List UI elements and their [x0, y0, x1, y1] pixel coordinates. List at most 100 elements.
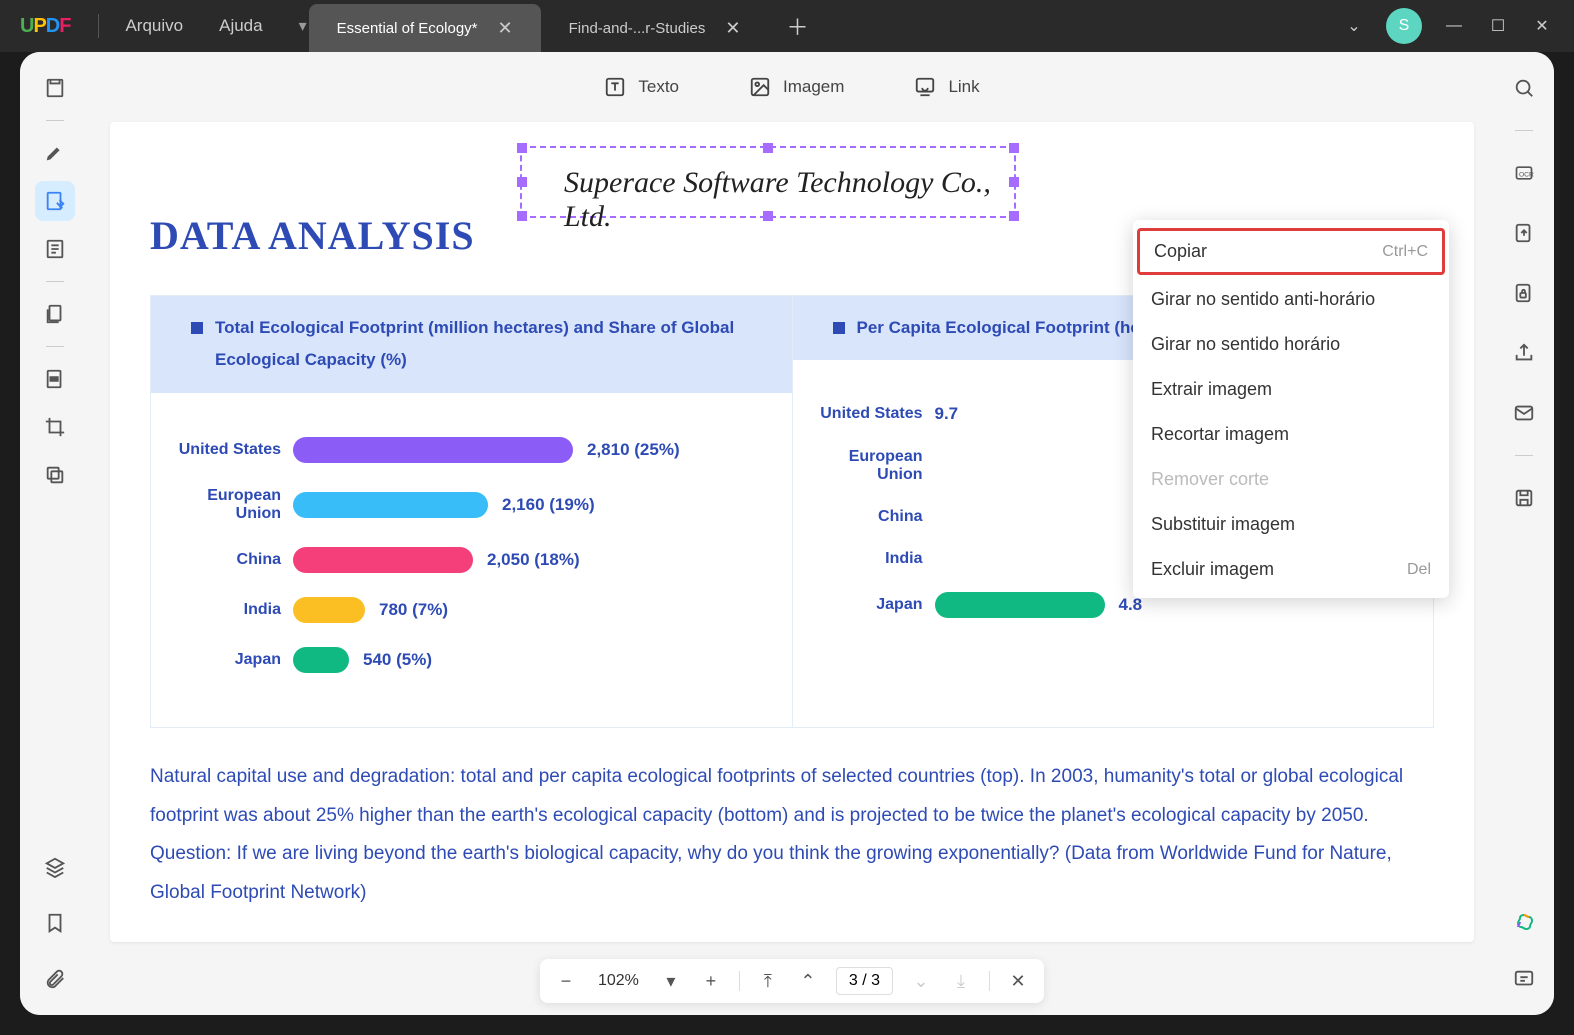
crop-icon[interactable] — [35, 407, 75, 447]
context-menu-item[interactable]: Girar no sentido horário — [1133, 322, 1449, 367]
new-tab-button[interactable]: ＋ — [768, 10, 826, 42]
protect-icon[interactable] — [1504, 273, 1544, 313]
menu-item-label: Recortar imagem — [1151, 424, 1289, 445]
bar-wrap: 9.7 — [935, 404, 959, 424]
context-menu-item[interactable]: Girar no sentido anti-horário — [1133, 277, 1449, 322]
chart-row: India 780 (7%) — [171, 597, 772, 623]
text-tool[interactable]: Texto — [604, 76, 679, 98]
tab-dropdown-icon[interactable]: ▾ — [297, 16, 309, 36]
resize-handle[interactable] — [517, 211, 527, 221]
comment-icon[interactable] — [1504, 959, 1544, 999]
row-label: Japan — [813, 596, 923, 614]
link-tool[interactable]: Link — [914, 76, 979, 98]
last-page-button[interactable]: ⤓ — [949, 969, 973, 993]
minimize-button[interactable]: — — [1442, 17, 1466, 35]
context-menu-item[interactable]: Recortar imagem — [1133, 412, 1449, 457]
zoom-level[interactable]: 102% — [594, 972, 643, 990]
resize-handle[interactable] — [1009, 143, 1019, 153]
bar — [293, 547, 473, 573]
image-icon — [749, 76, 771, 98]
chart-row: Japan 540 (5%) — [171, 647, 772, 673]
close-icon[interactable]: ✕ — [498, 18, 513, 39]
page-indicator[interactable]: 3 / 3 — [836, 967, 893, 995]
maximize-button[interactable]: ☐ — [1486, 16, 1510, 36]
thumbnails-icon[interactable] — [35, 68, 75, 108]
body-paragraph: Natural capital use and degradation: tot… — [150, 758, 1434, 914]
left-sidebar — [20, 52, 90, 1015]
menu-file[interactable]: Arquivo — [107, 16, 201, 36]
chart-row: China 2,050 (18%) — [171, 547, 772, 573]
close-footer-button[interactable]: ✕ — [1006, 969, 1030, 993]
tab-active[interactable]: Essential of Ecology* ✕ — [309, 4, 541, 52]
menu-item-label: Remover corte — [1151, 469, 1269, 490]
right-sidebar: OCR — [1494, 52, 1554, 1015]
bookmark-icon[interactable] — [35, 903, 75, 943]
redact-icon[interactable] — [35, 359, 75, 399]
edit-toolbar: Texto Imagem Link — [90, 52, 1494, 122]
separator — [46, 120, 64, 121]
row-label: European Union — [171, 487, 281, 523]
row-value: 2,050 (18%) — [487, 550, 580, 570]
highlighter-icon[interactable] — [35, 133, 75, 173]
watermark-icon[interactable] — [35, 455, 75, 495]
avatar[interactable]: S — [1386, 8, 1422, 44]
ocr-icon[interactable]: OCR — [1504, 153, 1544, 193]
resize-handle[interactable] — [517, 177, 527, 187]
image-selection[interactable]: Superace Software Technology Co., Ltd. — [520, 146, 1016, 218]
separator — [1515, 455, 1533, 456]
row-value: 4.8 — [1119, 595, 1143, 615]
chart-legend-left: Total Ecological Footprint (million hect… — [151, 296, 792, 393]
context-menu-item[interactable]: Excluir imagemDel — [1133, 547, 1449, 592]
tab-inactive[interactable]: Find-and-...r-Studies ✕ — [541, 4, 769, 52]
bar-wrap: 2,050 (18%) — [293, 547, 580, 573]
resize-handle[interactable] — [517, 143, 527, 153]
close-button[interactable]: ✕ — [1530, 16, 1554, 36]
save-icon[interactable] — [1504, 478, 1544, 518]
context-menu-item[interactable]: Substituir imagem — [1133, 502, 1449, 547]
zoom-in-button[interactable]: + — [699, 969, 723, 993]
resize-handle[interactable] — [763, 143, 773, 153]
share-icon[interactable] — [1504, 333, 1544, 373]
edit-icon[interactable] — [35, 181, 75, 221]
chart-rows-left: United States 2,810 (25%) European Union… — [151, 393, 792, 727]
tab-label: Find-and-...r-Studies — [569, 20, 706, 37]
menu-item-label: Substituir imagem — [1151, 514, 1295, 535]
bar — [293, 492, 488, 518]
email-icon[interactable] — [1504, 393, 1544, 433]
prev-page-button[interactable]: ⌃ — [796, 969, 820, 993]
attachment-icon[interactable] — [35, 959, 75, 999]
ai-icon[interactable] — [1504, 903, 1544, 943]
layers-icon[interactable] — [35, 847, 75, 887]
window-controls: ⌄ S — ☐ ✕ — [1342, 8, 1574, 44]
close-icon[interactable]: ✕ — [725, 18, 740, 39]
menu-help[interactable]: Ajuda — [201, 16, 280, 36]
row-value: 780 (7%) — [379, 600, 448, 620]
pages-icon[interactable] — [35, 294, 75, 334]
row-value: 2,810 (25%) — [587, 440, 680, 460]
separator — [46, 281, 64, 282]
first-page-button[interactable]: ⤒ — [756, 969, 780, 993]
row-value: 2,160 (19%) — [502, 495, 595, 515]
chart-left-column: Total Ecological Footprint (million hect… — [151, 296, 792, 727]
bar-wrap: 540 (5%) — [293, 647, 432, 673]
context-menu-item[interactable]: Extrair imagem — [1133, 367, 1449, 412]
tab-label: Essential of Ecology* — [337, 20, 478, 37]
separator — [739, 971, 740, 991]
bar-wrap: 4.8 — [935, 592, 1143, 618]
image-tool[interactable]: Imagem — [749, 76, 844, 98]
row-value: 9.7 — [935, 404, 959, 424]
separator — [98, 14, 99, 38]
chevron-down-icon[interactable]: ⌄ — [1342, 16, 1366, 36]
context-menu-item[interactable]: CopiarCtrl+C — [1137, 228, 1445, 275]
legend-marker — [833, 322, 845, 334]
row-label: China — [171, 551, 281, 569]
search-icon[interactable] — [1504, 68, 1544, 108]
next-page-button[interactable]: ⌄ — [909, 969, 933, 993]
zoom-out-button[interactable]: − — [554, 969, 578, 993]
link-icon — [914, 76, 936, 98]
convert-icon[interactable] — [1504, 213, 1544, 253]
form-icon[interactable] — [35, 229, 75, 269]
menu-item-shortcut: Del — [1407, 561, 1431, 579]
zoom-dropdown-icon[interactable]: ▾ — [659, 969, 683, 993]
context-menu: CopiarCtrl+CGirar no sentido anti-horári… — [1133, 220, 1449, 598]
